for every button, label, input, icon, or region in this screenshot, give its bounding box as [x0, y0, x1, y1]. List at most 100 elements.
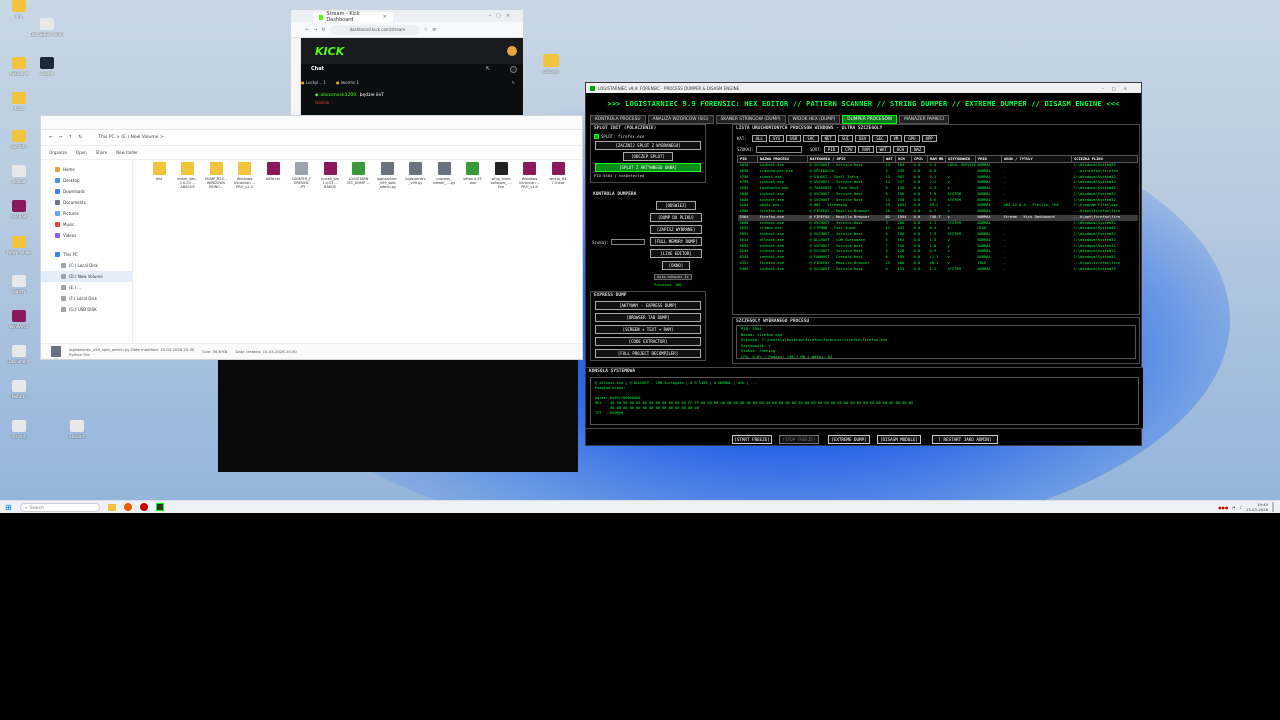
nav-item[interactable]: (D:) New Volume — [41, 271, 132, 282]
column-header[interactable]: CPU% — [911, 155, 928, 163]
desktop-icon[interactable]: Skrypty — [2, 130, 36, 149]
category-chip[interactable]: VM — [889, 134, 903, 142]
ribbon-item[interactable]: Share — [96, 150, 108, 155]
file-item[interactable]: Windows Ukrainian ... PRO_v1.0 — [233, 162, 257, 189]
file-item[interactable]: Windows Ukrainian ... PRO_v1.0 — [518, 162, 542, 189]
tab-5[interactable]: MANAZER PAMIECI — [899, 115, 950, 124]
column-header[interactable]: WAT — [883, 155, 896, 163]
desktop-icon[interactable]: Dokument — [2, 345, 36, 364]
release-split-button[interactable]: [ODCZEP SPLOT] — [623, 152, 673, 161]
explorer-task-icon[interactable] — [107, 503, 116, 511]
category-chip[interactable]: SVC — [803, 134, 819, 142]
table-row[interactable]: 6402 svchost.exe @ SVCHOST - Service Host 4… — [738, 267, 1138, 273]
menu-icon[interactable]: ≡ — [432, 27, 436, 33]
checkbox-icon[interactable] — [594, 133, 599, 139]
back-icon[interactable]: ← — [49, 135, 53, 140]
category-chip[interactable]: SYS — [768, 134, 785, 142]
terminal-task-icon[interactable] — [155, 503, 164, 511]
pencil-icon[interactable]: ✎ — [512, 80, 515, 85]
tab-4[interactable]: DUMPER PROCESOW — [842, 115, 898, 124]
chat-message-user[interactable]: alonsmock1200: — [320, 93, 357, 98]
column-header[interactable]: PRIO — [975, 155, 1002, 163]
desktop-folder[interactable]: Gotowe — [534, 54, 568, 74]
file-item[interactable]: process_ viewer_ ...py — [432, 162, 456, 185]
desktop-icon[interactable]: Steam — [30, 57, 64, 76]
window-controls[interactable]: –▢× — [1102, 86, 1135, 91]
start-split-button[interactable]: [ZACZNIJ SPLOT Z WYBRANEGO] — [595, 141, 701, 150]
express-dump-button[interactable]: [FULL PROJECT DECOMPILER] — [595, 349, 701, 358]
desktop-icon[interactable]: WinRAR — [2, 200, 36, 219]
tab-3[interactable]: WIDOK HEX (DUMP) — [787, 115, 841, 124]
reload-icon[interactable]: ↻ — [321, 27, 325, 33]
search-input[interactable] — [610, 239, 645, 245]
show-desktop-button[interactable] — [1272, 502, 1274, 512]
desktop-icon[interactable]: WinRAR 2 — [2, 310, 36, 329]
category-chip[interactable]: DEV — [855, 134, 871, 142]
tray-icons[interactable]: ●●● — [1218, 505, 1228, 510]
ribbon-item[interactable]: Open — [76, 150, 87, 155]
nav-item[interactable]: Home — [41, 164, 132, 175]
ribbon-item[interactable]: New folder — [116, 150, 138, 155]
firefox-task-icon[interactable] — [123, 503, 132, 511]
popout-icon[interactable]: ⇱ — [486, 66, 490, 72]
refresh-icon[interactable]: ↻ — [78, 135, 82, 140]
dumper-control-button[interactable]: [ZAPISZ WYBRANE] — [650, 225, 702, 234]
tab-0[interactable]: KONTROLA PROCESU — [590, 115, 646, 124]
nav-item[interactable]: Documents — [41, 197, 132, 208]
bottom-button-4[interactable]: [ RESTART JAKO ADMIN] — [932, 435, 998, 444]
file-item[interactable]: install_Wa... 1.0.53 ... ABACUS — [176, 162, 200, 189]
desktop-icon[interactable]: gry — [2, 0, 36, 19]
column-header[interactable]: NAZWA PROCESU — [757, 155, 808, 163]
nav-item[interactable]: Pictures — [41, 208, 132, 219]
window-controls[interactable]: –▢× — [489, 13, 515, 19]
file-item[interactable]: install_Wa 1.0.53 ... BAKOS — [318, 162, 342, 189]
nav-item[interactable]: Desktop — [41, 175, 132, 186]
file-item[interactable]: winrar_64 7.0.exe — [546, 162, 570, 185]
category-chip[interactable]: NET — [820, 134, 836, 142]
file-item[interactable]: sitfax 4.55 .exe — [461, 162, 485, 185]
star-icon[interactable]: ☆ — [424, 27, 428, 33]
category-chip[interactable]: GPU — [904, 134, 920, 142]
bottom-button-0[interactable]: [START FREEZE] — [732, 435, 772, 444]
tab-1[interactable]: ANALIZA WZORCOW (SIG) — [647, 115, 714, 124]
start-icon[interactable]: ⊞ — [5, 503, 12, 512]
split-checkbox[interactable]: SPLOT: firefox.exe — [591, 132, 705, 140]
dumper-control-button[interactable]: [LIVE EDITOR] — [650, 249, 702, 258]
avatar[interactable] — [507, 46, 517, 56]
desktop-icon[interactable]: Raport — [2, 420, 36, 439]
sort-chip[interactable]: RAM — [858, 146, 874, 153]
category-chip[interactable]: GUI — [837, 134, 854, 142]
file-item[interactable]: logistarniec _v99.py — [404, 162, 428, 185]
dumper-control-button[interactable]: [ODSWIEZ] — [656, 201, 696, 210]
desktop-icon[interactable]: logisty — [2, 275, 36, 294]
column-header[interactable]: KATEGORIA / OPIS — [807, 155, 884, 163]
auto-refresh-toggle[interactable]: Auto-odswiez 1s — [654, 274, 692, 280]
forward-icon[interactable]: → — [59, 135, 63, 140]
address-bar[interactable]: dashboard.kick.com/stream — [329, 24, 420, 35]
express-dump-button[interactable]: [SCREEN + TEXT + RAM] — [595, 325, 701, 334]
back-icon[interactable]: ← — [305, 27, 309, 33]
category-chip[interactable]: APP — [921, 134, 937, 142]
list-search-input[interactable] — [755, 146, 802, 153]
taskbar-search[interactable]: ⌕ Search — [19, 502, 100, 512]
nav-item[interactable]: (C:) Local Disk — [41, 260, 132, 271]
ribbon-item[interactable]: Organize — [49, 150, 67, 155]
desktop-icon[interactable]: Nowy folder — [2, 236, 36, 255]
desktop-icon[interactable]: Notatki — [2, 380, 36, 399]
sort-chip[interactable]: PID — [823, 146, 840, 153]
express-dump-button[interactable]: [CODE EXTRACTOR] — [595, 337, 701, 346]
column-header[interactable]: RAM MB — [927, 155, 946, 163]
nav-item[interactable]: Downloads — [41, 186, 132, 197]
file-item[interactable]: logistarniec _v99_split _admin.py — [375, 162, 399, 189]
sort-chip[interactable]: UCH — [892, 146, 909, 153]
forward-icon[interactable]: → — [313, 27, 317, 33]
column-header[interactable]: OKNO / TYTULY — [1001, 155, 1072, 163]
file-item[interactable]: dist — [147, 162, 171, 181]
category-chip[interactable]: USR — [786, 134, 802, 142]
dumper-control-button[interactable]: [OKNO] — [662, 261, 690, 270]
settings-icon[interactable] — [510, 65, 517, 73]
file-item[interactable]: DUMP_RES... WINDOWS MONO... — [204, 162, 228, 189]
bottom-button-1[interactable]: [STOP FREEZE] — [779, 435, 819, 444]
desktop-icon[interactable]: DeluxeBox_V69_m... — [30, 18, 64, 37]
explorer-path[interactable]: This PC > (E:) New Volume > — [98, 135, 164, 140]
